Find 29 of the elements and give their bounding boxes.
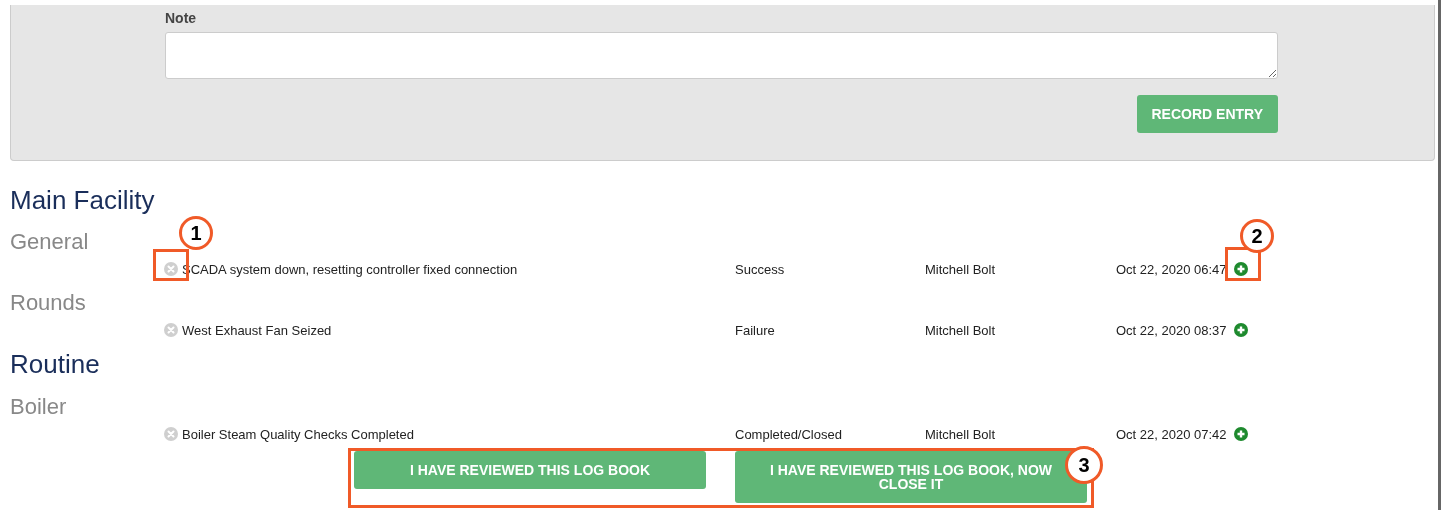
add-icon[interactable] bbox=[1234, 262, 1248, 276]
add-icon[interactable] bbox=[1234, 323, 1248, 337]
add-icon[interactable] bbox=[1234, 427, 1248, 441]
record-entry-button[interactable]: RECORD ENTRY bbox=[1136, 95, 1278, 133]
entry-time: Oct 22, 2020 07:42 bbox=[1116, 426, 1228, 442]
entry-time: Oct 22, 2020 06:47 bbox=[1116, 261, 1228, 277]
remove-icon[interactable] bbox=[164, 427, 178, 441]
entry-user: Mitchell Bolt bbox=[925, 322, 997, 338]
group-label: Boiler bbox=[10, 393, 67, 421]
remove-icon[interactable] bbox=[164, 262, 178, 276]
entry-time: Oct 22, 2020 08:37 bbox=[1116, 322, 1228, 338]
note-field[interactable] bbox=[165, 32, 1278, 79]
entry-text: West Exhaust Fan Seized bbox=[182, 322, 333, 338]
review-button[interactable]: I HAVE REVIEWED THIS LOG BOOK bbox=[354, 451, 706, 489]
group-label: General bbox=[10, 228, 89, 256]
entry-status: Failure bbox=[735, 322, 776, 338]
entry-status: Completed/Closed bbox=[735, 426, 843, 442]
callout-badge: 3 bbox=[1065, 446, 1103, 484]
entry-user: Mitchell Bolt bbox=[925, 261, 997, 277]
note-label: Note bbox=[165, 10, 198, 27]
callout-badge: 1 bbox=[179, 216, 213, 250]
entry-status: Success bbox=[735, 261, 786, 277]
entry-text: Boiler Steam Quality Checks Completed bbox=[182, 426, 415, 442]
entry-user: Mitchell Bolt bbox=[925, 426, 997, 442]
callout-badge: 2 bbox=[1240, 219, 1274, 253]
section-title: Routine bbox=[10, 348, 100, 380]
section-title: Main Facility bbox=[10, 184, 155, 216]
remove-icon[interactable] bbox=[164, 323, 178, 337]
group-label: Rounds bbox=[10, 289, 86, 317]
